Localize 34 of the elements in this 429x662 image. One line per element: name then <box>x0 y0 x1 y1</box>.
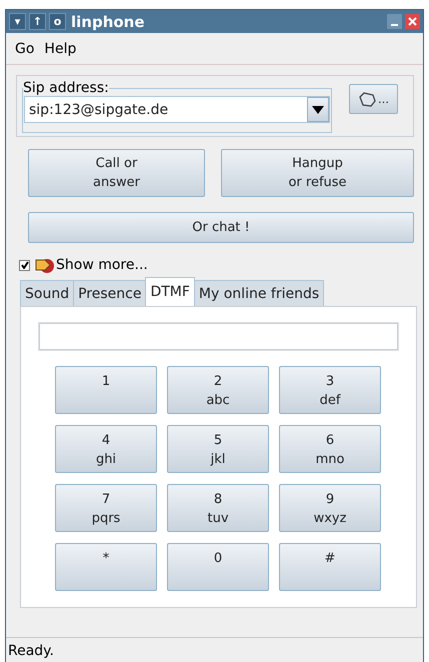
contacts-button[interactable]: … <box>349 84 398 114</box>
toggle-icon <box>34 256 56 274</box>
tab[interactable]: DTMF <box>145 277 195 306</box>
keypad-key[interactable]: 9 wxyz <box>279 484 381 532</box>
keypad-key[interactable]: 2 abc <box>167 366 269 414</box>
keypad-key[interactable]: 0 <box>167 543 269 591</box>
dtmf-field[interactable] <box>39 323 398 350</box>
field-label: Sip address: <box>23 80 109 96</box>
keypad-key[interactable]: * <box>55 543 157 591</box>
hangup-button[interactable]: Hangup or refuse <box>221 149 414 197</box>
checkbox[interactable] <box>19 260 30 270</box>
status-text: Ready. <box>6 637 423 662</box>
keypad-key[interactable]: 7 pqrs <box>55 484 157 532</box>
minimize-icon[interactable] <box>387 14 402 29</box>
keypad-key[interactable]: 6 mno <box>279 425 381 473</box>
keypad-key[interactable]: 4 ghi <box>55 425 157 473</box>
window-title: linphone <box>71 12 146 30</box>
call-button[interactable]: Call or answer <box>28 149 205 197</box>
keypad-key[interactable]: 5 jkl <box>167 425 269 473</box>
tab[interactable]: Sound <box>20 280 74 306</box>
keypad-key[interactable]: # <box>279 543 381 591</box>
window-control-button[interactable]: ↑ <box>29 13 46 30</box>
window-control-button[interactable]: o <box>49 13 66 30</box>
menu-item[interactable]: Help <box>44 38 76 58</box>
checkbox-label: Show more... <box>56 257 148 273</box>
tab[interactable]: My online friends <box>194 280 324 306</box>
tab[interactable]: Presence <box>73 280 146 306</box>
keypad-key[interactable]: 8 tuv <box>167 484 269 532</box>
keypad-key[interactable]: 3 def <box>279 366 381 414</box>
chat-button[interactable]: Or chat ! <box>28 212 414 243</box>
keypad-key[interactable]: 1 <box>55 366 157 414</box>
window-control-button[interactable]: ▾ <box>9 13 26 30</box>
close-icon[interactable] <box>405 14 420 29</box>
menu-item[interactable]: Go <box>15 38 34 58</box>
